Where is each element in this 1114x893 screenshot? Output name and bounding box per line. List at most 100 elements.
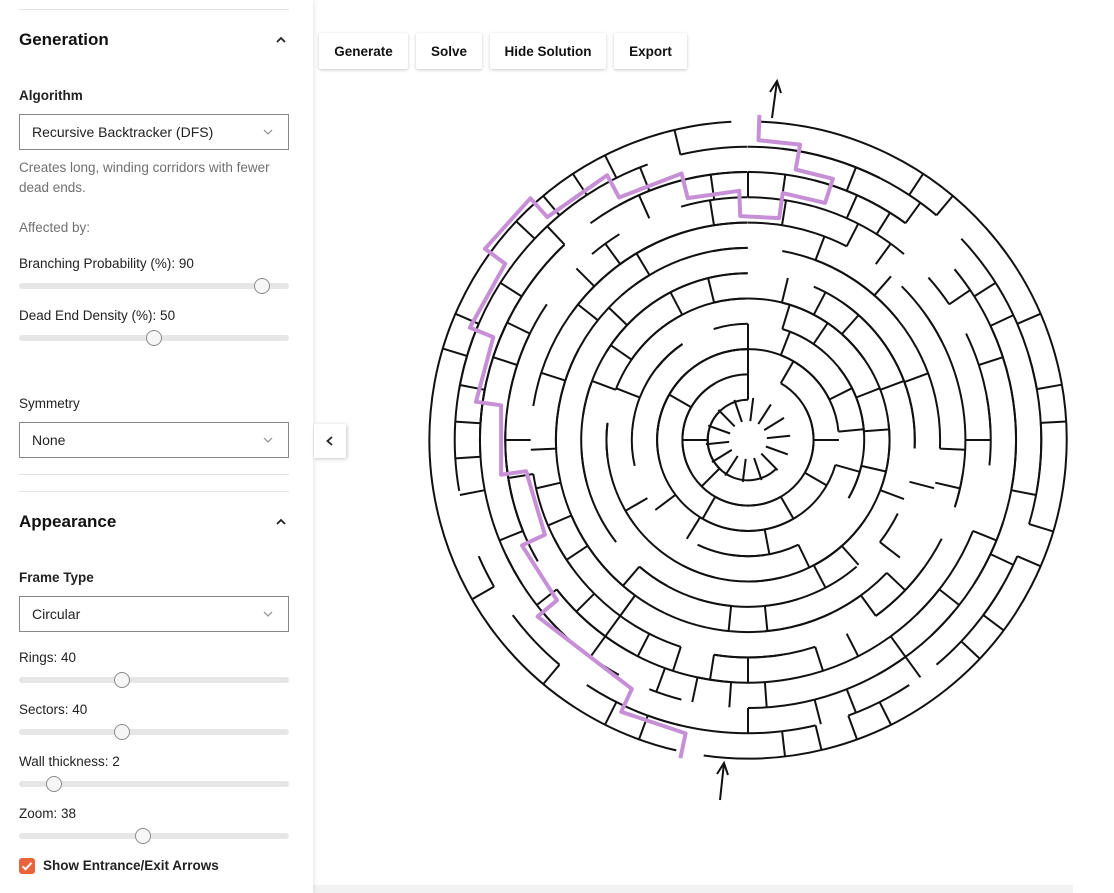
sectors-slider[interactable]	[19, 722, 289, 742]
checkmark-icon	[21, 862, 33, 871]
slider-thumb[interactable]	[114, 672, 130, 688]
maze-ring-wall	[845, 274, 919, 350]
maze-radial-wall	[669, 291, 684, 316]
maze-ring-wall	[838, 366, 865, 432]
symmetry-select[interactable]: None	[19, 422, 289, 458]
maze-radial-wall	[766, 434, 791, 440]
maze-radial-wall	[978, 356, 1004, 366]
maze-ring-wall	[593, 592, 682, 648]
maze-ring-wall	[664, 612, 698, 627]
dead-end-density-slider[interactable]	[19, 328, 289, 348]
maze-radial-wall	[874, 243, 892, 265]
maze-ring-wall	[960, 555, 1019, 642]
maze-ring-wall	[681, 564, 783, 583]
maze-radial-wall	[506, 321, 531, 335]
maze-ring-wall	[815, 259, 848, 276]
maze-ring-wall	[798, 572, 888, 627]
chevron-up-icon[interactable]	[274, 515, 288, 529]
appearance-section-title[interactable]: Appearance	[19, 512, 116, 532]
maze-ring-wall	[492, 522, 507, 555]
maze-radial-wall	[845, 688, 857, 714]
slider-thumb[interactable]	[146, 330, 162, 346]
maze-radial-wall	[948, 289, 971, 306]
maze-ring-wall	[915, 530, 974, 616]
slider-thumb[interactable]	[46, 776, 62, 792]
maze-ring-wall	[888, 351, 916, 449]
hide-solution-button[interactable]: Hide Solution	[490, 33, 606, 69]
slider-thumb[interactable]	[135, 828, 151, 844]
maze-radial-wall	[455, 455, 481, 460]
maze-radial-wall	[540, 371, 566, 382]
maze-radial-wall	[855, 387, 881, 399]
maze-radial-wall	[878, 701, 892, 726]
maze-ring-wall	[1028, 457, 1042, 525]
solve-button[interactable]: Solve	[416, 33, 482, 69]
generation-section-title[interactable]: Generation	[19, 30, 109, 50]
maze-radial-wall	[499, 529, 524, 542]
maze-ring-wall	[570, 515, 610, 574]
maze-ring-wall	[656, 343, 684, 369]
show-arrows-checkbox[interactable]	[19, 858, 35, 874]
slider-thumb[interactable]	[114, 724, 130, 740]
maze-radial-wall	[575, 592, 596, 613]
maze-ring-wall	[605, 285, 683, 353]
maze-ring-wall	[815, 153, 881, 179]
zoom-slider[interactable]	[19, 826, 289, 846]
maze-radial-wall	[886, 572, 906, 591]
maze-ring-wall	[686, 348, 748, 374]
slider-thumb[interactable]	[254, 278, 270, 294]
slider-track	[19, 677, 289, 683]
maze-radial-wall	[546, 225, 566, 246]
maze-radial-wall	[673, 129, 682, 155]
maze-ring-wall	[638, 343, 684, 398]
maze-ring-wall	[681, 173, 715, 182]
maze-ring-wall	[477, 238, 536, 325]
maze-ring-wall	[532, 473, 573, 569]
maze-radial-wall	[889, 635, 907, 658]
maze-ring-wall	[973, 522, 1004, 585]
maze-radial-wall	[780, 174, 787, 200]
maze-ring-wall	[781, 147, 881, 179]
maze-ring-wall	[747, 297, 815, 316]
maze-ring-wall	[876, 610, 956, 676]
maze-ring-wall	[674, 494, 732, 531]
chevron-up-icon[interactable]	[274, 33, 288, 47]
maze-radial-wall	[804, 471, 828, 487]
maze-ring-wall	[747, 545, 843, 583]
affected-by-label: Affected by:	[19, 220, 91, 235]
maze-ring-wall	[580, 381, 593, 483]
maze-radial-wall	[908, 173, 924, 196]
algorithm-label: Algorithm	[19, 88, 83, 103]
maze-ring-wall	[571, 245, 650, 313]
maze-radial-wall	[861, 464, 887, 473]
maze-ring-wall	[747, 145, 816, 156]
branching-probability-slider[interactable]	[19, 276, 289, 296]
maze-radial-wall	[812, 564, 827, 589]
frame-type-select[interactable]: Circular	[19, 596, 289, 632]
maze-ring-wall	[540, 243, 566, 270]
maze-ring-wall	[764, 565, 858, 607]
maze-ring-wall	[935, 640, 963, 666]
collapse-sidebar-button[interactable]	[314, 424, 346, 458]
wall-thickness-slider[interactable]	[19, 774, 289, 794]
generate-button[interactable]: Generate	[319, 33, 408, 69]
maze-ring-wall	[478, 389, 486, 491]
maze-radial-wall	[760, 452, 779, 471]
maze-ring-wall	[618, 189, 650, 206]
algorithm-select[interactable]: Recursive Backtracker (DFS)	[19, 114, 289, 150]
show-arrows-label[interactable]: Show Entrance/Exit Arrows	[43, 858, 219, 873]
maze-ring-wall	[458, 323, 480, 390]
maze-radial-wall	[508, 473, 534, 479]
maze-ring-wall	[511, 614, 536, 642]
maze-radial-wall	[566, 544, 589, 561]
horizontal-scrollbar[interactable]	[313, 885, 1073, 893]
maze-ring-wall	[847, 465, 863, 499]
maze-ring-wall	[586, 684, 649, 717]
maze-ring-wall	[713, 645, 816, 659]
maze-ring-wall	[900, 285, 943, 342]
rings-slider[interactable]	[19, 670, 289, 690]
maze-radial-wall	[828, 387, 853, 401]
maze-radial-wall	[904, 656, 922, 678]
export-button[interactable]: Export	[614, 33, 687, 69]
maze-ring-wall	[540, 610, 620, 676]
